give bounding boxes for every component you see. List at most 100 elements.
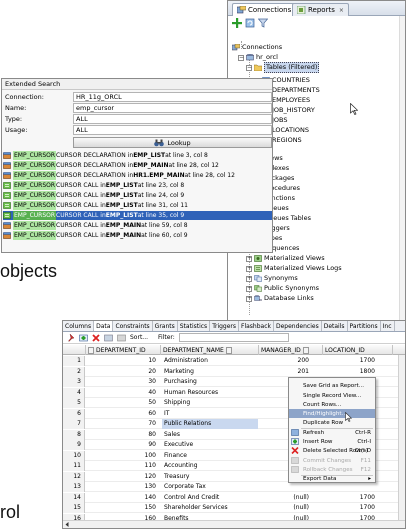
cell-department-id[interactable]: 50 (87, 398, 159, 408)
menu-item-count-rows[interactable]: Count Rows... (289, 400, 375, 409)
cell-department-name[interactable]: Treasury (162, 472, 258, 482)
menu-item-single-record-view[interactable]: Single Record View... (289, 391, 375, 400)
cell-department-id[interactable]: 10 (87, 356, 159, 366)
expand-icon[interactable]: + (246, 255, 252, 262)
search-result-row[interactable]: EMP_CURSOR CURSOR DECLARATION in EMP_LIS… (3, 151, 272, 160)
filter-input[interactable] (178, 333, 289, 342)
collapse-icon[interactable]: − (238, 54, 244, 61)
connection-select[interactable]: HR_11g_ORCL (73, 92, 272, 102)
cell-department-id[interactable]: 60 (87, 409, 159, 419)
grid-vertical-scrollbar[interactable] (398, 355, 405, 520)
cell-department-name[interactable]: Corporate Tax (162, 482, 258, 492)
folder-node[interactable]: + Synonyms (246, 274, 298, 283)
cell-department-id[interactable]: 150 (87, 503, 159, 513)
scroll-left-icon[interactable] (64, 521, 70, 528)
cell-location-id[interactable]: 1700 (323, 493, 389, 503)
folder-node[interactable]: + Public Synonyms (246, 284, 319, 293)
expand-icon[interactable]: + (246, 275, 252, 282)
search-result-row[interactable]: EMP_CURSOR CURSOR CALL in EMP_LIST at li… (3, 191, 272, 200)
menu-item-commit-changes[interactable]: Commit Changes F11 (289, 456, 375, 465)
menu-item-delete-selected-row-s[interactable]: Delete Selected Row(s) Ctrl-D (289, 446, 375, 455)
cell-department-id[interactable]: 140 (87, 493, 159, 503)
menu-item-duplicate-row[interactable]: Duplicate Row (289, 418, 375, 427)
cell-department-id[interactable]: 30 (87, 377, 159, 387)
column-header-manager-id[interactable]: MANAGER_ID (259, 345, 323, 355)
rollback-icon[interactable] (117, 334, 126, 342)
tab-statistics[interactable]: Statistics (178, 321, 211, 331)
add-connection-icon[interactable] (232, 18, 242, 28)
close-icon[interactable]: × (339, 7, 344, 14)
tree-node-connections[interactable]: Connections (232, 43, 282, 52)
cell-location-id[interactable]: 1700 (323, 503, 389, 513)
cell-department-name[interactable]: Human Resources (162, 388, 258, 398)
tree-node-connection[interactable]: − hr_orcl (238, 53, 278, 62)
search-result-row[interactable]: EMP_CURSOR CURSOR CALL in EMP_LIST at li… (3, 211, 272, 220)
menu-item-export-data[interactable]: Export Data ▸ (289, 474, 375, 483)
search-result-row[interactable]: EMP_CURSOR CURSOR CALL in EMP_LIST at li… (3, 181, 272, 190)
expand-icon[interactable]: + (246, 295, 252, 302)
menu-item-insert-row[interactable]: Insert Row Ctrl-I (289, 437, 375, 446)
cell-department-id[interactable]: 100 (87, 451, 159, 461)
type-select[interactable]: ALL (73, 114, 272, 124)
search-result-row[interactable]: EMP_CURSOR CURSOR DECLARATION in HR1.EMP… (3, 171, 272, 180)
tab-constraints[interactable]: Constraints (113, 321, 153, 331)
menu-item-rollback-changes[interactable]: Rollback Changes F12 (289, 465, 375, 474)
column-header-department-name[interactable]: DEPARTMENT_NAME (161, 345, 259, 355)
cell-department-name[interactable]: Administration (162, 356, 258, 366)
cell-department-name[interactable]: Shareholder Services (162, 503, 258, 513)
tab-partitions[interactable]: Partitions (348, 321, 381, 331)
cell-department-id[interactable]: 70 (87, 419, 159, 429)
folder-node[interactable]: + Materialized Views Logs (246, 264, 342, 273)
name-input[interactable]: emp_cursor (73, 103, 272, 113)
search-result-row[interactable]: EMP_CURSOR CURSOR CALL in EMP_MAIN at li… (3, 221, 272, 230)
search-result-row[interactable]: EMP_CURSOR CURSOR DECLARATION in EMP_MAI… (3, 161, 272, 170)
grid-horizontal-scrollbar[interactable] (63, 520, 405, 528)
cell-location-id[interactable]: 1800 (323, 367, 389, 377)
sort-button[interactable]: Sort... (130, 334, 148, 341)
cell-department-name[interactable]: IT (162, 409, 258, 419)
tab-columns[interactable]: Columns (63, 321, 95, 331)
cell-location-id[interactable] (323, 482, 389, 492)
lookup-button[interactable]: Lookup (73, 137, 272, 148)
cell-department-id[interactable]: 40 (87, 388, 159, 398)
search-result-row[interactable]: EMP_CURSOR CURSOR CALL in EMP_LIST at li… (3, 201, 272, 210)
tab-grants[interactable]: Grants (153, 321, 178, 331)
tree-node-tables[interactable]: − Tables (Filtered) (246, 62, 320, 73)
cell-department-name[interactable]: Purchasing (162, 377, 258, 387)
cell-manager-id[interactable]: 200 (259, 356, 323, 366)
collapse-icon[interactable]: − (246, 64, 252, 71)
cell-department-name[interactable]: Sales (162, 430, 258, 440)
menu-item-save-grid-as-report[interactable]: Save Grid as Report... (289, 381, 375, 390)
tab-data[interactable]: Data (94, 321, 114, 331)
column-header-department-id[interactable]: DEPARTMENT_ID (86, 345, 161, 355)
cell-department-id[interactable]: 80 (87, 430, 159, 440)
filter-icon[interactable] (258, 18, 268, 28)
table-row[interactable]: 15 150 Shareholder Services (null) 1700 (63, 503, 405, 513)
insert-row-icon[interactable] (79, 334, 88, 342)
tab-details[interactable]: Details (322, 321, 348, 331)
column-header-location-id[interactable]: LOCATION_ID (323, 345, 393, 355)
tab-dependencies[interactable]: Dependencies (274, 321, 322, 331)
tab-inc[interactable]: Inc (381, 321, 395, 331)
expand-icon[interactable]: + (246, 285, 252, 292)
search-result-row[interactable]: EMP_CURSOR CURSOR CALL in EMP_MAIN at li… (3, 231, 272, 240)
pin-icon[interactable] (67, 333, 75, 342)
cell-department-id[interactable]: 120 (87, 472, 159, 482)
cell-department-id[interactable]: 110 (87, 461, 159, 471)
cell-department-name[interactable]: Accounting (162, 461, 258, 471)
cell-department-name[interactable]: Public Relations (162, 419, 258, 429)
tab-triggers[interactable]: Triggers (210, 321, 240, 331)
table-row[interactable]: 2 20 Marketing 201 1800 (63, 366, 405, 377)
table-row[interactable]: 1 10 Administration 200 1700 (63, 356, 405, 366)
folder-node[interactable]: + Database Links (246, 294, 314, 303)
cell-department-name[interactable]: Shipping (162, 398, 258, 408)
folder-node[interactable]: + Materialized Views (246, 254, 325, 263)
refresh-icon[interactable] (245, 18, 255, 28)
usage-select[interactable]: ALL (73, 125, 272, 135)
menu-item-find-highlight[interactable]: Find/Highlight... (289, 409, 375, 418)
cell-department-name[interactable]: Marketing (162, 367, 258, 377)
cell-department-id[interactable]: 130 (87, 482, 159, 492)
cell-department-id[interactable]: 90 (87, 440, 159, 450)
cell-department-name[interactable]: Executive (162, 440, 258, 450)
tab-flashback[interactable]: Flashback (239, 321, 274, 331)
